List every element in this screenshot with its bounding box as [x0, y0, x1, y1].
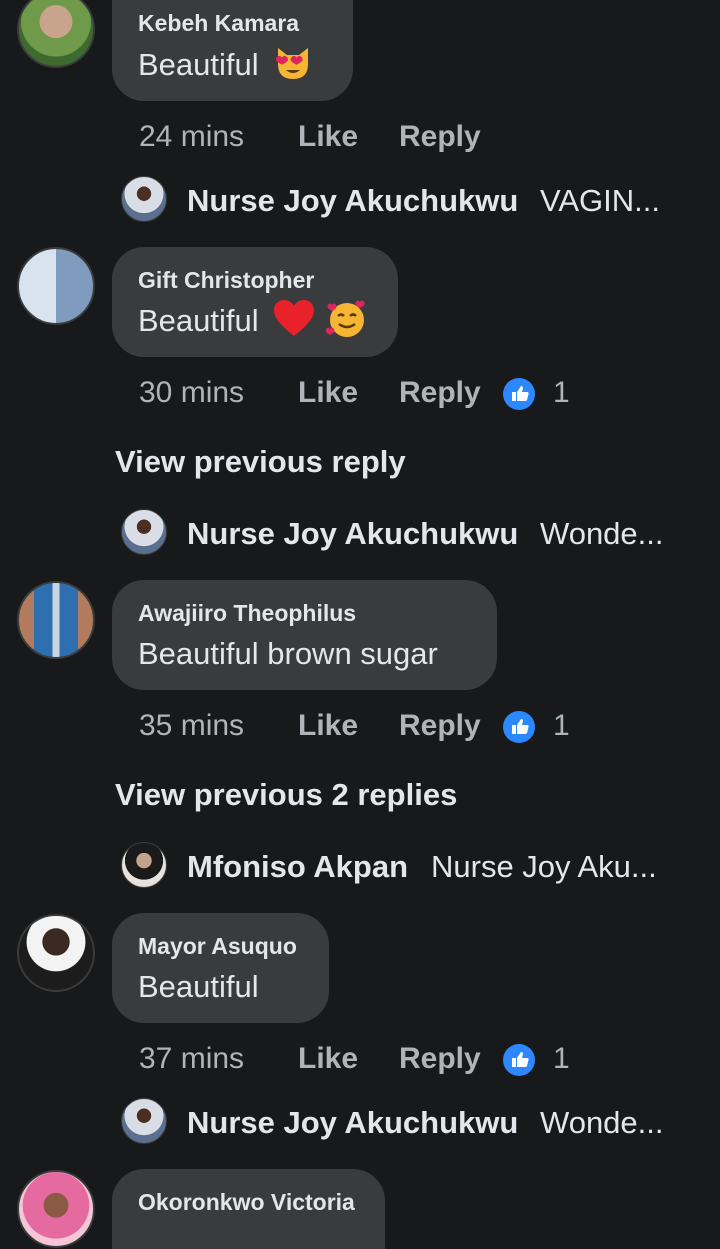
comment-time: 24 mins — [139, 120, 245, 153]
avatar-awajiiro-theophilus[interactable] — [17, 581, 95, 659]
reply-author[interactable]: Mfoniso Akpan — [187, 849, 408, 885]
comment-text: Beautiful — [138, 44, 313, 90]
comment-text: Beautiful brown sugar — [138, 636, 438, 671]
comment-text-content: Beautiful — [138, 303, 259, 339]
like-reaction-icon[interactable] — [503, 378, 535, 410]
comment-author[interactable]: Gift Christopher — [138, 267, 314, 294]
reply-button[interactable]: Reply — [399, 376, 481, 410]
avatar-mayor-asuquo[interactable] — [17, 914, 95, 992]
comment-author[interactable]: Kebeh Kamara — [138, 10, 299, 37]
like-reaction-icon[interactable] — [503, 1044, 535, 1076]
comment-text: Beautiful — [138, 299, 368, 347]
comment-time: 35 mins — [139, 709, 245, 742]
like-reaction-icon[interactable] — [503, 711, 535, 743]
comment-bubble[interactable]: Kebeh Kamara Beautiful — [112, 0, 353, 101]
avatar-nurse-joy[interactable] — [121, 1098, 167, 1144]
reply-snippet[interactable]: Wonde... — [540, 1105, 664, 1141]
comment-time: 30 mins — [139, 376, 245, 409]
like-button[interactable]: Like — [298, 376, 358, 410]
comment-bubble[interactable]: Gift Christopher Beautiful — [112, 247, 398, 357]
comment-text: Beautiful — [138, 969, 259, 1004]
comment-text-content: Beautiful — [138, 47, 259, 83]
reply-snippet[interactable]: Nurse Joy Aku... — [431, 849, 657, 885]
avatar-nurse-joy[interactable] — [121, 509, 167, 555]
reply-author[interactable]: Nurse Joy Akuchukwu — [187, 183, 518, 219]
avatar-mfoniso-akpan[interactable] — [121, 842, 167, 888]
comment-author[interactable]: Okoronkwo Victoria — [138, 1189, 355, 1216]
comment-author[interactable]: Awajiiro Theophilus — [138, 600, 356, 627]
reply-button[interactable]: Reply — [399, 120, 481, 154]
comment-bubble[interactable]: Awajiiro Theophilus Beautiful brown suga… — [112, 580, 497, 690]
avatar-okoronkwo-victoria[interactable] — [17, 1170, 95, 1248]
reply-button[interactable]: Reply — [399, 709, 481, 743]
reply-button[interactable]: Reply — [399, 1042, 481, 1076]
reply-snippet[interactable]: VAGIN... — [540, 183, 660, 219]
comment-time: 37 mins — [139, 1042, 245, 1075]
reply-author[interactable]: Nurse Joy Akuchukwu — [187, 516, 518, 552]
reaction-count[interactable]: 1 — [553, 1042, 570, 1076]
avatar-nurse-joy[interactable] — [121, 176, 167, 222]
smiling-face-with-hearts-icon — [325, 299, 368, 347]
avatar-gift-christopher[interactable] — [17, 247, 95, 325]
view-previous-replies[interactable]: View previous reply — [115, 444, 406, 480]
view-previous-replies[interactable]: View previous 2 replies — [115, 777, 457, 813]
reply-author[interactable]: Nurse Joy Akuchukwu — [187, 1105, 518, 1141]
like-button[interactable]: Like — [298, 1042, 358, 1076]
like-button[interactable]: Like — [298, 709, 358, 743]
red-heart-icon — [273, 300, 315, 346]
comment-bubble[interactable]: Mayor Asuquo Beautiful — [112, 913, 329, 1023]
comment-bubble[interactable]: Okoronkwo Victoria — [112, 1169, 385, 1249]
avatar-kebeh-kamara[interactable] — [17, 0, 95, 68]
heart-eyes-cat-icon — [273, 44, 313, 90]
like-button[interactable]: Like — [298, 120, 358, 154]
reaction-count[interactable]: 1 — [553, 709, 570, 743]
comment-author[interactable]: Mayor Asuquo — [138, 933, 297, 960]
reply-snippet[interactable]: Wonde... — [540, 516, 664, 552]
reaction-count[interactable]: 1 — [553, 376, 570, 410]
